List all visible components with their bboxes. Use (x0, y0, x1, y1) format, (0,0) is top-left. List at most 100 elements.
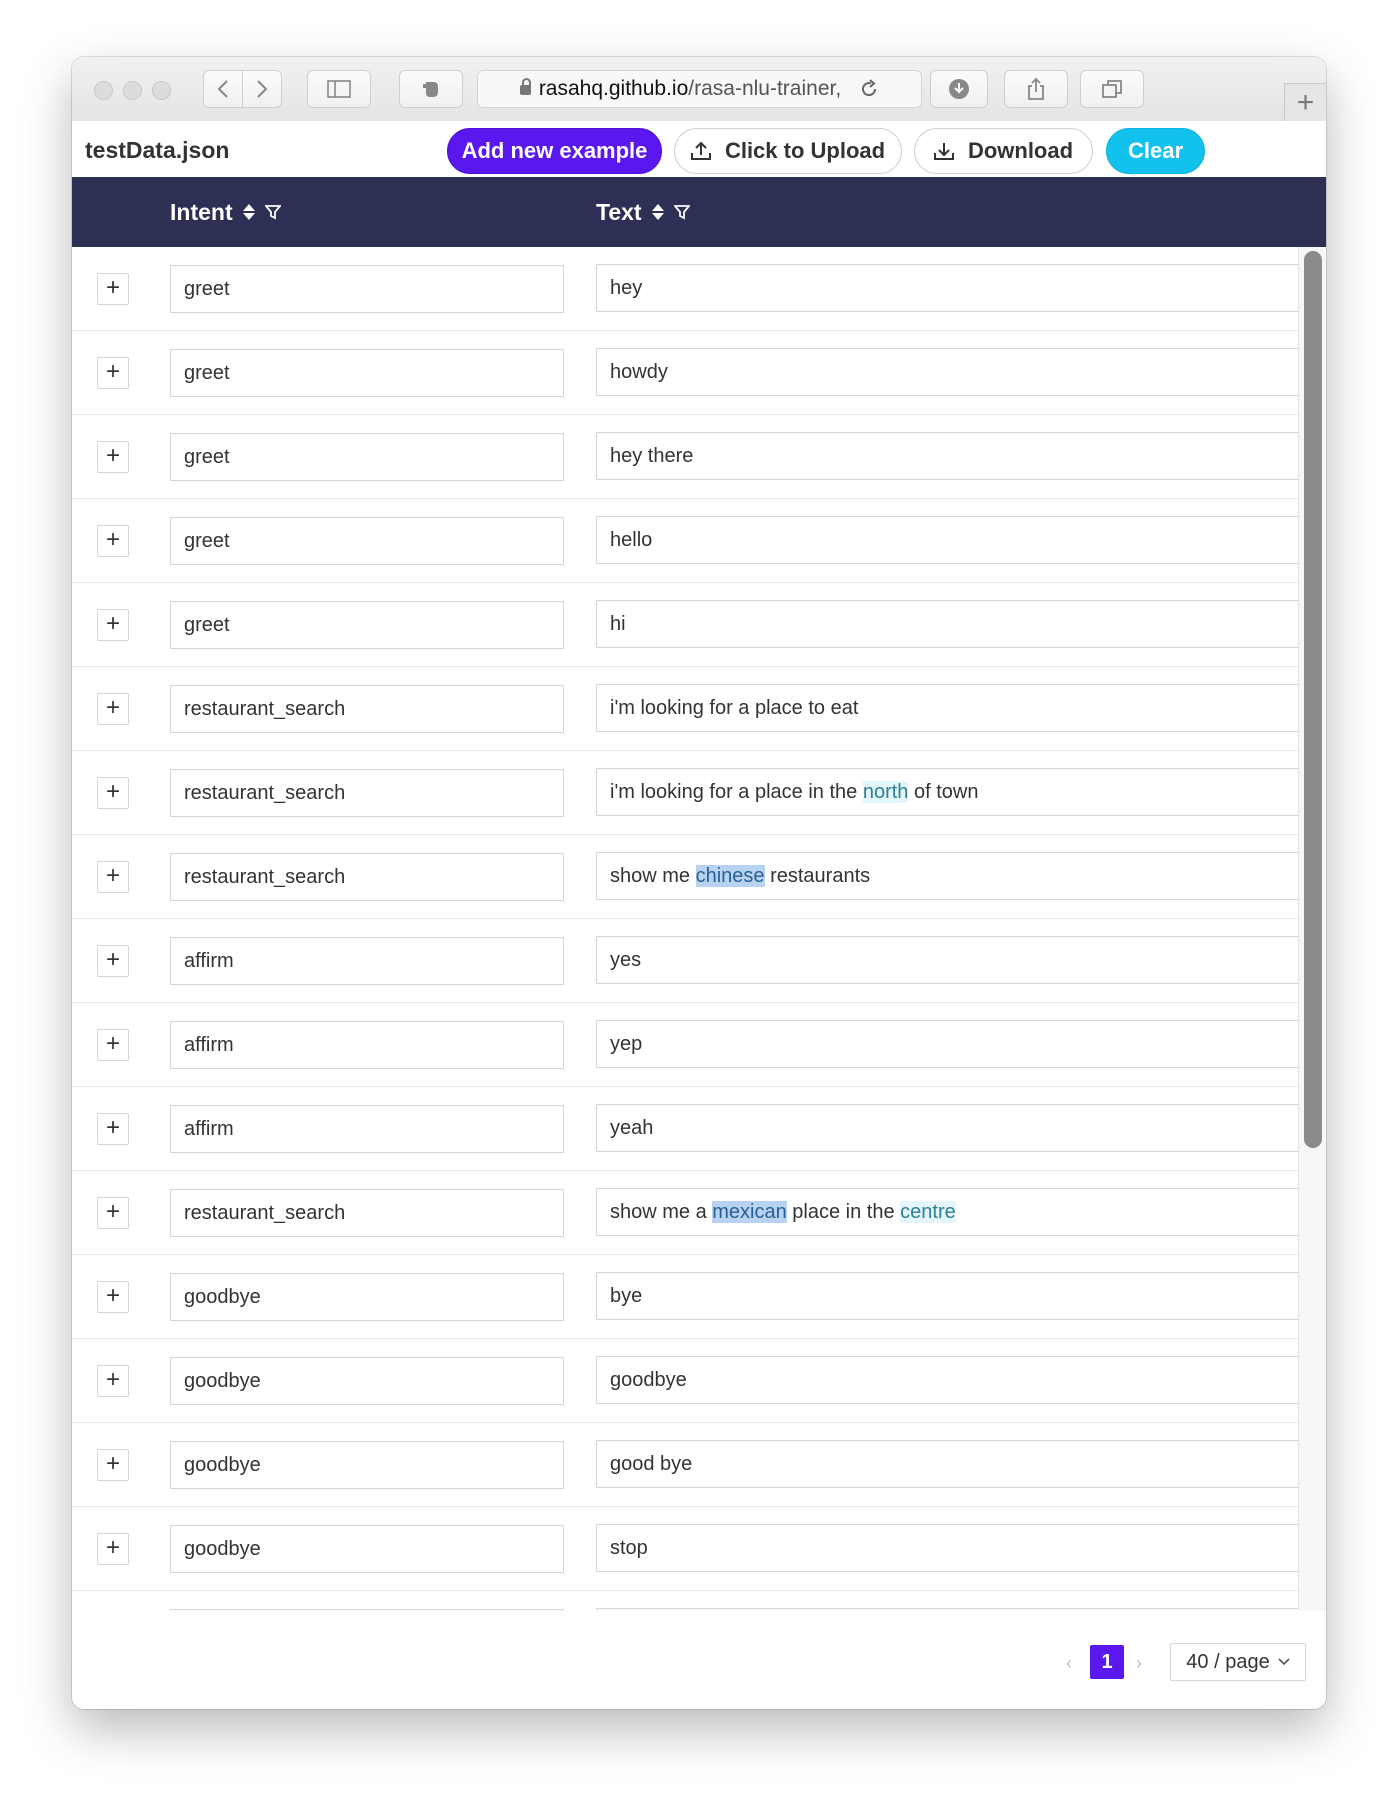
chevron-down-icon (1278, 1658, 1290, 1666)
back-button[interactable] (203, 70, 243, 108)
expand-row-button[interactable]: + (97, 1365, 129, 1397)
scrollbar-thumb[interactable] (1304, 251, 1322, 1148)
entity-highlight[interactable]: chinese (695, 865, 765, 887)
table-row: + greet hi (72, 583, 1326, 667)
text-input[interactable]: yes (596, 936, 1301, 984)
expand-row-button[interactable]: + (97, 1029, 129, 1061)
table-row: + restaurant_search show me a mexican plac… (72, 1171, 1326, 1255)
text-input[interactable]: stop (596, 1524, 1301, 1572)
intent-input[interactable]: greet (170, 265, 564, 313)
next-page-button[interactable]: › (1136, 1653, 1142, 1674)
expand-row-button[interactable]: + (97, 273, 129, 305)
intent-input[interactable]: restaurant_search (170, 769, 564, 817)
intent-input[interactable]: restaurant_search (170, 1189, 564, 1237)
text-input[interactable]: yeah (596, 1104, 1301, 1152)
text-column-header[interactable]: Text (596, 177, 690, 247)
download-label: Download (967, 138, 1074, 163)
text-input[interactable]: show me a mexican place in the centre (596, 1188, 1301, 1236)
intent-input[interactable]: goodbye (170, 1441, 564, 1489)
entity-highlight[interactable]: mexican (712, 1201, 787, 1223)
reload-icon[interactable] (859, 79, 879, 99)
forward-button[interactable] (242, 70, 282, 108)
intent-input[interactable]: restaurant_search (170, 685, 564, 733)
text-segment: good bye (610, 1453, 693, 1475)
new-tab-button[interactable]: + (1284, 83, 1326, 121)
text-segment: bye (610, 1285, 643, 1307)
add-new-example-button[interactable]: Add new example (447, 128, 662, 174)
text-input[interactable]: hey (596, 264, 1301, 312)
intent-input[interactable]: affirm (170, 1105, 564, 1153)
expand-row-button[interactable]: + (97, 609, 129, 641)
intent-input[interactable] (170, 1609, 564, 1611)
table-row: + goodbye stop (72, 1507, 1326, 1591)
intent-input[interactable]: affirm (170, 1021, 564, 1069)
expand-row-button[interactable]: + (97, 693, 129, 725)
text-input[interactable]: show me chinese restaurants (596, 852, 1301, 900)
page-size-select[interactable]: 40 / page (1170, 1643, 1306, 1681)
sort-icon[interactable] (651, 204, 664, 220)
downloads-button[interactable] (930, 70, 988, 108)
text-input[interactable]: hello (596, 516, 1301, 564)
entity-highlight[interactable]: centre (900, 1201, 956, 1223)
text-input[interactable]: i'm looking for a place to eat (596, 684, 1301, 732)
expand-row-button[interactable]: + (97, 1197, 129, 1229)
text-input[interactable]: howdy (596, 348, 1301, 396)
table-row: + goodbye good bye (72, 1423, 1326, 1507)
text-input[interactable]: good bye (596, 1440, 1301, 1488)
expand-row-button[interactable]: + (97, 1113, 129, 1145)
previous-page-button[interactable]: ‹ (1066, 1653, 1072, 1674)
text-input[interactable] (596, 1608, 1301, 1611)
text-input[interactable]: yep (596, 1020, 1301, 1068)
table-row: + greet hey there (72, 415, 1326, 499)
share-button[interactable] (1004, 70, 1068, 108)
text-input[interactable]: bye (596, 1272, 1301, 1320)
intent-input[interactable]: greet (170, 433, 564, 481)
page-number-current[interactable]: 1 (1090, 1645, 1124, 1679)
address-bar[interactable]: rasahq.github.io/rasa-nlu-trainer, (477, 70, 922, 108)
text-segment: yes (610, 949, 642, 971)
expand-row-button[interactable]: + (97, 357, 129, 389)
upload-button[interactable]: Click to Upload (674, 128, 902, 174)
expand-row-button[interactable]: + (97, 1533, 129, 1565)
expand-row-button[interactable]: + (97, 777, 129, 809)
close-window-button[interactable] (94, 81, 113, 100)
table-row: + restaurant_search show me chinese restau… (72, 835, 1326, 919)
zoom-window-button[interactable] (152, 81, 171, 100)
sort-icon[interactable] (242, 204, 255, 220)
table-row: + (72, 1591, 1326, 1611)
intent-input[interactable]: goodbye (170, 1357, 564, 1405)
evernote-extension-button[interactable] (399, 70, 463, 108)
download-button[interactable]: Download (914, 128, 1093, 174)
text-column-label: Text (596, 198, 642, 225)
minimize-window-button[interactable] (123, 81, 142, 100)
entity-highlight[interactable]: north (862, 781, 909, 803)
expand-row-button[interactable]: + (97, 525, 129, 557)
filter-icon[interactable] (264, 204, 281, 220)
clear-button[interactable]: Clear (1106, 128, 1205, 174)
text-segment: yeah (610, 1117, 654, 1139)
filter-icon[interactable] (673, 204, 690, 220)
intent-input[interactable]: goodbye (170, 1273, 564, 1321)
expand-row-button[interactable]: + (97, 945, 129, 977)
file-name: testData.json (85, 137, 230, 163)
expand-row-button[interactable]: + (97, 1449, 129, 1481)
intent-input[interactable]: goodbye (170, 1525, 564, 1573)
intent-column-header[interactable]: Intent (170, 177, 281, 247)
expand-row-button[interactable]: + (97, 441, 129, 473)
intent-input[interactable]: restaurant_search (170, 853, 564, 901)
text-input[interactable]: hey there (596, 432, 1301, 480)
expand-row-button[interactable]: + (97, 861, 129, 893)
text-input[interactable]: i'm looking for a place in the north of … (596, 768, 1301, 816)
intent-input[interactable]: greet (170, 349, 564, 397)
text-input[interactable]: goodbye (596, 1356, 1301, 1404)
text-input[interactable]: hi (596, 600, 1301, 648)
text-segment: hi (610, 613, 626, 635)
intent-input[interactable]: greet (170, 601, 564, 649)
expand-row-button[interactable]: + (97, 1281, 129, 1313)
tabs-overview-button[interactable] (1080, 70, 1144, 108)
intent-input[interactable]: affirm (170, 937, 564, 985)
text-segment: howdy (610, 361, 668, 383)
intent-input[interactable]: greet (170, 517, 564, 565)
text-segment: stop (610, 1537, 648, 1559)
sidebar-toggle-button[interactable] (307, 70, 371, 108)
